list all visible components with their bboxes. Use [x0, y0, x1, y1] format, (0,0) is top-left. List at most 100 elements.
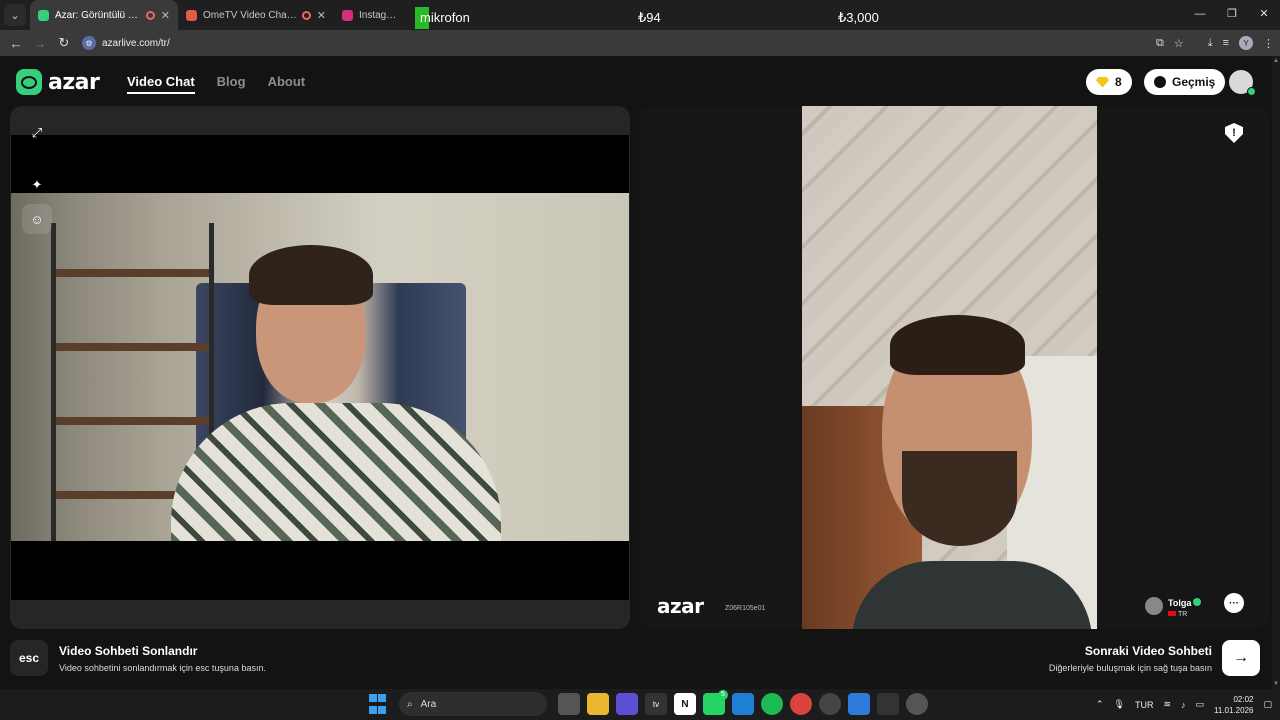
scroll-down-icon[interactable]: ▼ [1273, 681, 1279, 687]
obs-icon[interactable] [906, 693, 928, 715]
expand-icon[interactable]: ⤢ [22, 118, 52, 148]
media-control-icon[interactable]: ≡ [1223, 37, 1229, 49]
url-field[interactable]: ⚙ azarlive.com/tr/ [82, 36, 170, 50]
tab-azar[interactable]: Azar: Görüntülü Sohbet & V ✕ [30, 0, 178, 30]
report-shield-icon[interactable]: ! [1225, 123, 1243, 143]
volume-icon[interactable]: ♪ [1181, 700, 1186, 710]
shelf-post [51, 223, 56, 541]
cast-icon[interactable]: ⧉ [1156, 37, 1164, 50]
nav-blog[interactable]: Blog [217, 74, 246, 94]
app-icon[interactable] [616, 693, 638, 715]
gem-icon [1096, 76, 1109, 88]
date: 11.01.2026 [1214, 705, 1254, 715]
history-button[interactable]: Geçmiş [1144, 69, 1226, 95]
nav-about[interactable]: About [268, 74, 306, 94]
time: 02:02 [1233, 694, 1254, 704]
microphone-icon[interactable]: 🎙 [1114, 699, 1125, 710]
bookmark-star-icon[interactable]: ☆ [1174, 37, 1184, 50]
remote-video-panel: ! azar Z06R105e01 Tolga TR ··· [640, 106, 1270, 629]
menu-dots-icon[interactable]: ⋮ [1263, 37, 1274, 50]
notion-icon[interactable]: N [674, 693, 696, 715]
local-video-panel: ⤢ ✦ ☺ [10, 106, 630, 629]
vscode-icon[interactable] [732, 693, 754, 715]
end-chat-title: Video Sohbeti Sonlandır [59, 643, 198, 658]
history-label: Geçmiş [1172, 75, 1216, 89]
battery-icon[interactable]: ▭ [1196, 699, 1205, 710]
windows-taskbar: ⌕ Ara tv N 5 ⌃ 🎙 TUR ≋ ♪ ▭ 02:02 11.01.2… [0, 689, 1280, 720]
notification-icon[interactable]: ▢ [1263, 699, 1272, 710]
todo-icon[interactable] [848, 693, 870, 715]
esc-button[interactable]: esc [10, 640, 48, 676]
close-window-icon[interactable]: ✕ [1248, 0, 1280, 30]
tab-instagram[interactable]: Instagram [334, 0, 406, 30]
overlay-price: ₺3,000 [838, 10, 879, 25]
url-text: azarlive.com/tr/ [102, 37, 170, 49]
browser-tab-bar: ⌄ Azar: Görüntülü Sohbet & V ✕ OmeTV Vid… [0, 0, 1280, 30]
tab-ometv[interactable]: OmeTV Video Chat — Ome ✕ [178, 0, 334, 30]
overlay-label: mikrofon [420, 10, 470, 25]
logo-text: azar [48, 69, 100, 95]
task-view-icon[interactable] [558, 693, 580, 715]
azar-favicon-icon [38, 9, 49, 21]
back-icon[interactable]: ← [4, 36, 28, 51]
maximize-icon[interactable]: ❐ [1216, 0, 1248, 30]
taskbar-search[interactable]: ⌕ Ara [399, 692, 547, 716]
scroll-up-icon[interactable]: ▲ [1273, 58, 1279, 64]
next-chat-subtitle: Diğerleriyle buluşmak için sağ tuşa bası… [1048, 662, 1212, 673]
beard [902, 451, 1017, 546]
effects-sparkle-icon[interactable]: ✦ [22, 170, 52, 200]
turkey-flag-icon [1168, 611, 1176, 616]
file-explorer-icon[interactable] [587, 693, 609, 715]
windows-start-icon[interactable] [366, 693, 388, 715]
azar-logo-icon [16, 69, 42, 95]
reload-icon[interactable]: ↻ [52, 35, 76, 51]
whatsapp-icon[interactable]: 5 [703, 690, 728, 715]
face-filter-icon[interactable]: ☺ [22, 204, 52, 234]
forward-icon[interactable]: → [28, 36, 52, 51]
window-controls: — ❐ ✕ [1184, 0, 1280, 30]
profile-avatar[interactable]: Y [1239, 36, 1253, 50]
ometv-favicon-icon [186, 9, 197, 21]
next-chat-hint: Sonraki Video Sohbeti Diğerleriyle buluş… [1049, 640, 1260, 676]
hair [890, 315, 1025, 375]
remote-video [802, 106, 1097, 629]
close-icon[interactable]: ✕ [317, 9, 326, 22]
instagram-favicon-icon [342, 9, 353, 21]
apple-tv-icon[interactable]: tv [645, 693, 667, 715]
online-status-dot [1247, 87, 1256, 96]
app-cube-icon[interactable] [877, 693, 899, 715]
tab-search-chevron-icon[interactable]: ⌄ [4, 4, 26, 26]
site-info-icon[interactable]: ⚙ [82, 36, 96, 50]
page-scrollbar[interactable]: ▲ ▼ [1272, 56, 1280, 689]
overlay-price: ₺94 [638, 10, 661, 25]
recording-icon [301, 10, 311, 20]
verified-badge-icon [1193, 598, 1202, 606]
gem-count: 8 [1115, 75, 1122, 89]
taskbar-clock[interactable]: 02:02 11.01.2026 [1214, 694, 1253, 716]
shirt [171, 403, 501, 541]
remote-user-figure [852, 315, 1092, 629]
local-user-figure [171, 245, 501, 541]
gem-balance-button[interactable]: 8 [1086, 69, 1132, 95]
user-avatar[interactable] [1229, 70, 1256, 96]
next-arrow-button[interactable]: → [1222, 640, 1260, 676]
azar-logo[interactable]: azar [16, 69, 100, 95]
clock-icon [1154, 76, 1166, 88]
azar-page: azar Video Chat Blog About 8 Geçmiş ⤢ ✦ … [0, 56, 1280, 689]
partner-info[interactable]: Tolga TR [1145, 593, 1202, 618]
main-nav: Video Chat Blog About [127, 74, 305, 94]
chat-bubble-icon[interactable]: ··· [1224, 593, 1244, 613]
chrome-icon[interactable] [790, 693, 812, 715]
close-icon[interactable]: ✕ [161, 9, 170, 22]
minimize-icon[interactable]: — [1184, 0, 1216, 30]
spotify-icon[interactable] [761, 693, 783, 715]
nav-video-chat[interactable]: Video Chat [127, 74, 195, 94]
whatsapp-badge: 5 [718, 690, 728, 700]
language-indicator[interactable]: TUR [1135, 700, 1154, 710]
chatgpt-icon[interactable] [819, 693, 841, 715]
wifi-icon[interactable]: ≋ [1163, 699, 1171, 710]
tab-title: Azar: Görüntülü Sohbet & V [55, 9, 142, 21]
download-icon[interactable]: ⤓ [1208, 37, 1213, 50]
tray-chevron-icon[interactable]: ⌃ [1096, 699, 1104, 710]
next-chat-title: Sonraki Video Sohbeti [1084, 643, 1212, 658]
